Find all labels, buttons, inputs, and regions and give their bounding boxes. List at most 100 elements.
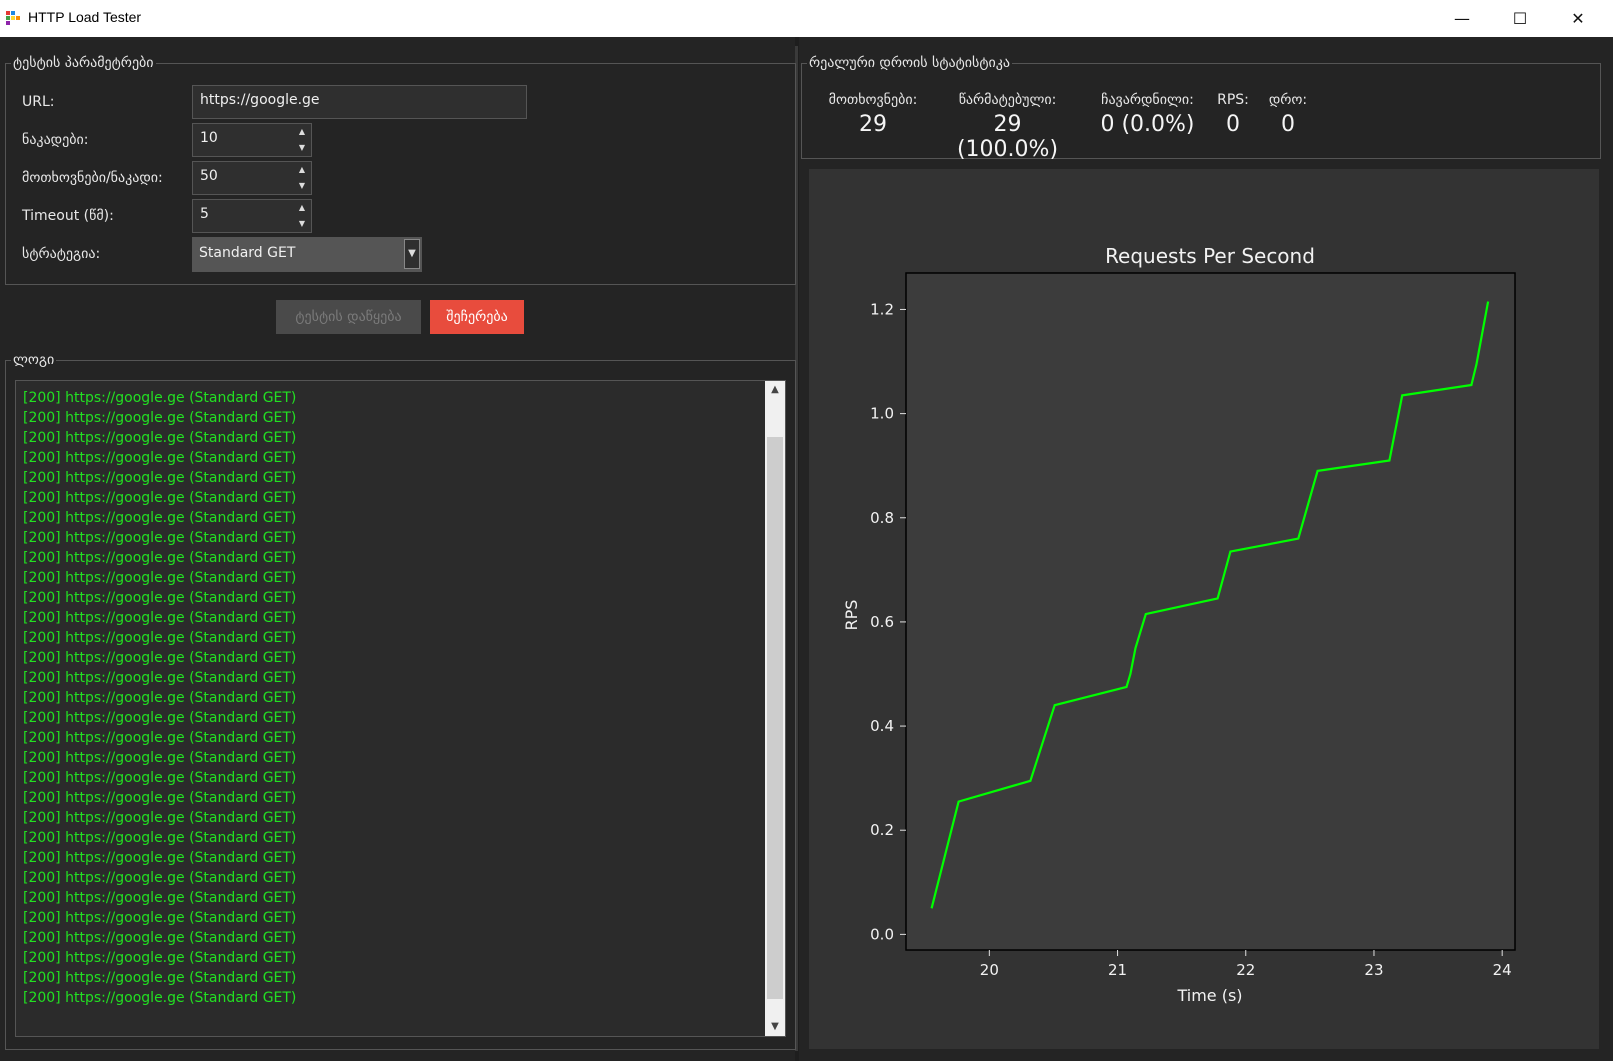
log-line: [200] https://google.ge (Standard GET) (23, 770, 297, 786)
params-group-title: ტესტის პარამეტრები (11, 55, 156, 71)
log-line: [200] https://google.ge (Standard GET) (23, 630, 297, 646)
start-test-button[interactable]: ტესტის დაწყება (276, 300, 421, 334)
x-tick-label: 22 (1236, 961, 1255, 979)
x-tick-label: 20 (980, 961, 999, 979)
up-arrow-icon[interactable]: ▲ (293, 162, 311, 178)
x-tick-label: 24 (1493, 961, 1512, 979)
stat-time-label: დრო: (1268, 92, 1308, 108)
requests-stepper[interactable]: ▲ ▼ (293, 162, 311, 194)
log-line: [200] https://google.ge (Standard GET) (23, 910, 297, 926)
y-tick-label: 0.2 (870, 821, 894, 839)
app-icon (6, 11, 20, 25)
stat-requests-label: მოთხოვნები: (828, 92, 918, 108)
requests-value: 50 (200, 168, 218, 184)
rps-chart: Requests Per Second Time (s) RPS 20 21 22 2… (842, 244, 1516, 1005)
threads-stepper[interactable]: ▲ ▼ (293, 124, 311, 156)
log-line: [200] https://google.ge (Standard GET) (23, 730, 297, 746)
log-line: [200] https://google.ge (Standard GET) (23, 750, 297, 766)
scrollbar-thumb[interactable] (767, 437, 783, 999)
stats-group-title: რეალური დროის სტატისტიკა (807, 55, 1012, 71)
y-tick-label: 1.0 (870, 405, 894, 423)
requests-spinbox[interactable]: 50 ▲ ▼ (192, 161, 312, 195)
timeout-label: Timeout (წმ): (22, 208, 114, 224)
maximize-button[interactable]: ☐ (1491, 0, 1549, 37)
timeout-value: 5 (200, 206, 209, 222)
chevron-down-icon[interactable]: ▼ (404, 239, 420, 269)
close-button[interactable]: ✕ (1549, 0, 1607, 37)
threads-label: ნაკადები: (22, 132, 89, 148)
log-line: [200] https://google.ge (Standard GET) (23, 830, 297, 846)
scroll-down-icon[interactable]: ▼ (765, 1018, 785, 1036)
stat-failed-label: ჩავარდნილი: (1101, 92, 1194, 108)
stat-failed: ჩავარდნილი: 0 (0.0%) (1090, 92, 1205, 137)
stat-time-value: 0 (1281, 112, 1295, 137)
x-tick-label: 21 (1108, 961, 1127, 979)
log-line: [200] https://google.ge (Standard GET) (23, 530, 297, 546)
y-tick-label: 1.2 (870, 300, 894, 318)
log-line: [200] https://google.ge (Standard GET) (23, 650, 297, 666)
threads-spinbox[interactable]: 10 ▲ ▼ (192, 123, 312, 157)
strategy-select[interactable]: Standard GET ▼ (192, 237, 422, 272)
maximize-icon: ☐ (1512, 9, 1528, 28)
down-arrow-icon[interactable]: ▼ (293, 178, 311, 194)
log-line: [200] https://google.ge (Standard GET) (23, 710, 297, 726)
log-line: [200] https://google.ge (Standard GET) (23, 410, 297, 426)
stat-time: დრო: 0 (1265, 92, 1311, 137)
stat-rps: RPS: 0 (1213, 92, 1253, 137)
chart-title: Requests Per Second (1105, 244, 1315, 268)
log-line: [200] https://google.ge (Standard GET) (23, 930, 297, 946)
up-arrow-icon[interactable]: ▲ (293, 200, 311, 216)
log-line: [200] https://google.ge (Standard GET) (23, 550, 297, 566)
title-bar: HTTP Load Tester — ☐ ✕ (0, 0, 1613, 37)
close-icon: ✕ (1571, 9, 1585, 28)
log-line: [200] https://google.ge (Standard GET) (23, 490, 297, 506)
y-tick-label: 0.0 (870, 925, 894, 943)
requests-label: მოთხოვნები/ნაკადი: (22, 170, 163, 186)
y-tick-label: 0.6 (870, 613, 894, 631)
log-line: [200] https://google.ge (Standard GET) (23, 950, 297, 966)
stat-success-value: 29 (100.0%) (956, 112, 1059, 162)
url-label: URL: (22, 94, 55, 110)
down-arrow-icon[interactable]: ▼ (293, 216, 311, 232)
stat-rps-label: RPS: (1217, 92, 1249, 108)
stat-success-label: წარმატებული: (958, 92, 1057, 108)
scroll-up-icon[interactable]: ▲ (765, 381, 785, 399)
url-input[interactable]: https://google.ge (192, 85, 527, 119)
y-tick-label: 0.4 (870, 717, 894, 735)
plot-area (905, 272, 1516, 951)
log-scrollbar[interactable]: ▲ ▼ (765, 381, 785, 1036)
log-line: [200] https://google.ge (Standard GET) (23, 890, 297, 906)
minimize-button[interactable]: — (1433, 0, 1491, 37)
log-group-title: ლოგი (11, 352, 57, 368)
log-line: [200] https://google.ge (Standard GET) (23, 590, 297, 606)
stat-rps-value: 0 (1226, 112, 1240, 137)
log-line: [200] https://google.ge (Standard GET) (23, 850, 297, 866)
y-tick-label: 0.8 (870, 509, 894, 527)
up-arrow-icon[interactable]: ▲ (293, 124, 311, 140)
y-axis-label: RPS (842, 600, 861, 631)
down-arrow-icon[interactable]: ▼ (293, 140, 311, 156)
log-line: [200] https://google.ge (Standard GET) (23, 990, 297, 1006)
minimize-icon: — (1454, 9, 1470, 28)
log-textarea[interactable]: [200] https://google.ge (Standard GET) [2… (15, 380, 786, 1037)
log-lines: [200] https://google.ge (Standard GET) [2… (23, 388, 296, 1008)
log-line: [200] https://google.ge (Standard GET) (23, 970, 297, 986)
timeout-stepper[interactable]: ▲ ▼ (293, 200, 311, 232)
log-line: [200] https://google.ge (Standard GET) (23, 390, 297, 406)
threads-value: 10 (200, 130, 218, 146)
stop-button[interactable]: შეჩერება (430, 300, 524, 334)
window-title: HTTP Load Tester (28, 9, 142, 25)
log-line: [200] https://google.ge (Standard GET) (23, 810, 297, 826)
strategy-value: Standard GET (199, 245, 296, 261)
stat-failed-value: 0 (0.0%) (1100, 112, 1195, 137)
stat-success: წარმატებული: 29 (100.0%) (940, 92, 1075, 162)
timeout-spinbox[interactable]: 5 ▲ ▼ (192, 199, 312, 233)
log-line: [200] https://google.ge (Standard GET) (23, 870, 297, 886)
log-line: [200] https://google.ge (Standard GET) (23, 450, 297, 466)
log-line: [200] https://google.ge (Standard GET) (23, 790, 297, 806)
log-line: [200] https://google.ge (Standard GET) (23, 510, 297, 526)
log-line: [200] https://google.ge (Standard GET) (23, 470, 297, 486)
log-line: [200] https://google.ge (Standard GET) (23, 690, 297, 706)
x-axis-label: Time (s) (1176, 986, 1242, 1005)
log-line: [200] https://google.ge (Standard GET) (23, 610, 297, 626)
